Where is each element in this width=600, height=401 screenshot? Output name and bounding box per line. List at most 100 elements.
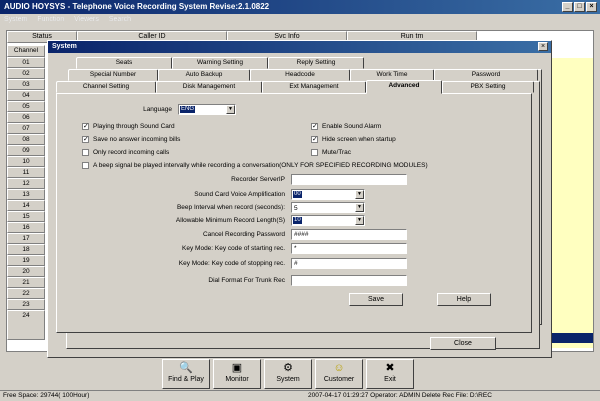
dropdown-arrow-icon[interactable]: ▼: [226, 105, 235, 114]
voice-amplification-select[interactable]: 00 ▼: [291, 189, 365, 200]
close-button[interactable]: Close: [430, 337, 496, 350]
table-row[interactable]: 17: [7, 233, 45, 244]
tab-headcode[interactable]: Headcode: [250, 69, 350, 81]
tab-pbx-setting[interactable]: PBX Setting: [442, 81, 534, 93]
sound-alarm-label: Enable Sound Alarm: [322, 123, 382, 130]
highlight-column: [548, 58, 593, 348]
dial-format-label: Dial Format For Trunk Rec: [208, 277, 285, 284]
language-label: Language: [143, 106, 172, 113]
save-no-answer-checkbox[interactable]: ✓: [82, 136, 89, 143]
table-row[interactable]: 10: [7, 156, 45, 167]
start-key-input[interactable]: *: [291, 243, 407, 254]
dial-format-input[interactable]: [291, 275, 407, 286]
table-row[interactable]: 15: [7, 211, 45, 222]
table-row[interactable]: 09: [7, 145, 45, 156]
customer-label: Customer: [323, 376, 355, 383]
table-row[interactable]: 13: [7, 189, 45, 200]
column-header-channel[interactable]: Channel: [7, 45, 45, 57]
table-row[interactable]: 24: [7, 310, 45, 340]
table-row[interactable]: 19: [7, 255, 45, 266]
hide-screen-checkbox[interactable]: ✓: [311, 136, 318, 143]
monitor-button[interactable]: ▣ Monitor: [213, 359, 261, 389]
system-label: System: [276, 376, 300, 383]
tab-advanced[interactable]: Advanced: [366, 80, 442, 94]
menu-viewers[interactable]: Viewers: [74, 16, 99, 23]
stop-key-label: Key Mode: Key code of stopping rec.: [178, 260, 285, 267]
tab-special-number[interactable]: Special Number: [68, 69, 158, 81]
customer-button[interactable]: ☺ Customer: [315, 359, 363, 389]
dropdown-arrow-icon[interactable]: ▼: [355, 203, 364, 212]
table-row[interactable]: 03: [7, 79, 45, 90]
table-row[interactable]: 08: [7, 134, 45, 145]
app-title-bar: AUDIO HOYSYS - Telephone Voice Recording…: [0, 0, 600, 14]
dialog-title: System: [52, 43, 77, 50]
menu-search[interactable]: Search: [109, 16, 131, 23]
system-dialog: System × Seats Warning Setting Reply Set…: [47, 40, 552, 358]
language-select[interactable]: ENG ▼: [178, 104, 236, 115]
smiley-icon: ☺: [333, 362, 345, 374]
table-row[interactable]: 21: [7, 277, 45, 288]
gear-icon: ⚙: [283, 362, 293, 374]
cancel-password-input[interactable]: ####: [291, 229, 407, 240]
beep-signal-checkbox[interactable]: [82, 162, 89, 169]
find-play-label: Find & Play: [168, 376, 204, 383]
table-row[interactable]: 06: [7, 112, 45, 123]
table-row[interactable]: 18: [7, 244, 45, 255]
cancel-password-label: Cancel Recording Password: [202, 231, 285, 238]
only-incoming-label: Only record incoming calls: [93, 149, 170, 156]
tab-seats[interactable]: Seats: [76, 57, 172, 69]
close-app-button[interactable]: ×: [586, 2, 597, 12]
menu-system[interactable]: System: [4, 16, 27, 23]
exit-icon: ✖: [385, 362, 395, 374]
playing-sound-card-checkbox[interactable]: ✓: [82, 123, 89, 130]
stop-key-input[interactable]: #: [291, 258, 407, 269]
advanced-tab-page: Language ENG ▼ ✓ Playing through Sound C…: [56, 93, 532, 333]
only-incoming-checkbox[interactable]: [82, 149, 89, 156]
beep-interval-label: Beep Interval when record (seconds):: [176, 204, 285, 211]
table-row[interactable]: 22: [7, 288, 45, 299]
dropdown-arrow-icon[interactable]: ▼: [355, 216, 364, 225]
find-play-button[interactable]: 🔍 Find & Play: [162, 359, 210, 389]
save-button[interactable]: Save: [349, 293, 403, 306]
tab-password[interactable]: Password: [434, 69, 538, 81]
table-row[interactable]: 20: [7, 266, 45, 277]
maximize-button[interactable]: □: [574, 2, 585, 12]
monitor-icon: ▣: [231, 362, 243, 374]
table-row[interactable]: 01: [7, 57, 45, 68]
table-row[interactable]: 23: [7, 299, 45, 310]
sound-alarm-checkbox[interactable]: ✓: [311, 123, 318, 130]
language-value: ENG: [180, 106, 196, 113]
minimize-button[interactable]: _: [562, 2, 573, 12]
tab-disk-management[interactable]: Disk Management: [156, 81, 262, 93]
tab-channel-setting[interactable]: Channel Setting: [56, 81, 156, 93]
tab-reply-setting[interactable]: Reply Setting: [268, 57, 364, 69]
monitor-label: Monitor: [225, 376, 249, 383]
min-record-length-label: Allowable Minimum Record Length(S): [175, 217, 285, 224]
dropdown-arrow-icon[interactable]: ▼: [355, 190, 364, 199]
exit-button[interactable]: ✖ Exit: [366, 359, 414, 389]
table-row[interactable]: 02: [7, 68, 45, 79]
mute-trac-checkbox[interactable]: [311, 149, 318, 156]
system-button[interactable]: ⚙ System: [264, 359, 312, 389]
menu-function[interactable]: Function: [37, 16, 64, 23]
tab-ext-management[interactable]: Ext Management: [262, 81, 366, 93]
hide-screen-label: Hide screen when startup: [322, 136, 396, 143]
recorder-server-ip-input[interactable]: [291, 174, 407, 185]
beep-interval-value: 5: [294, 205, 298, 212]
min-record-length-value: 10: [293, 217, 302, 224]
beep-interval-select[interactable]: 5 ▼: [291, 202, 365, 213]
dialog-close-icon[interactable]: ×: [538, 42, 548, 51]
table-row[interactable]: 11: [7, 167, 45, 178]
table-row[interactable]: 04: [7, 90, 45, 101]
table-row[interactable]: 05: [7, 101, 45, 112]
voice-amplification-label: Sound Card Voice Amplification: [194, 191, 285, 198]
playing-sound-card-label: Playing through Sound Card: [93, 123, 175, 130]
table-row[interactable]: 14: [7, 200, 45, 211]
min-record-length-select[interactable]: 10 ▼: [291, 215, 365, 226]
table-row[interactable]: 16: [7, 222, 45, 233]
table-row[interactable]: 12: [7, 178, 45, 189]
table-row[interactable]: 07: [7, 123, 45, 134]
tab-warning-setting[interactable]: Warning Setting: [172, 57, 268, 69]
tab-auto-backup[interactable]: Auto Backup: [158, 69, 250, 81]
help-button[interactable]: Help: [437, 293, 491, 306]
